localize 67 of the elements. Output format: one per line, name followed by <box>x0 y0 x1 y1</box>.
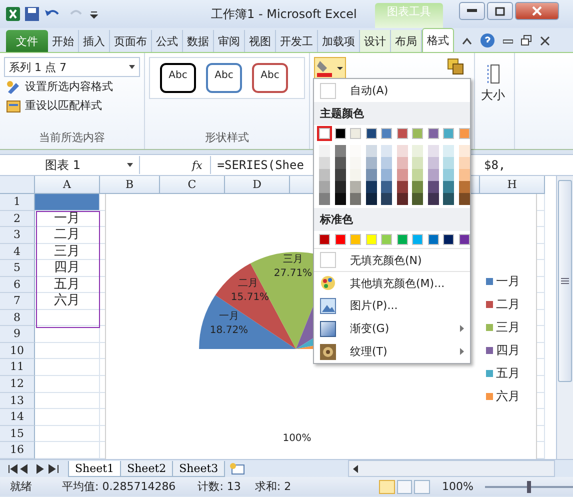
row-header[interactable]: 4 <box>0 244 35 260</box>
table-cell: 六月 <box>35 293 100 310</box>
row-header[interactable]: 1 <box>0 194 35 211</box>
row-header[interactable]: 13 <box>0 392 35 410</box>
sheet-tab[interactable]: Sheet3 <box>172 460 226 476</box>
size-button[interactable]: 大小 <box>479 85 510 106</box>
shape-style-gallery[interactable]: Abc Abc Abc <box>149 57 305 99</box>
row-header[interactable]: 2 <box>0 210 35 228</box>
row-header[interactable]: 16 <box>0 442 35 459</box>
shape-style-swatch[interactable]: Abc <box>160 63 196 93</box>
reset-style-button[interactable]: 重设以匹配样式 <box>4 96 140 115</box>
row-header[interactable]: 14 <box>0 409 35 426</box>
row-header[interactable]: 7 <box>0 293 35 310</box>
shape-style-swatch[interactable]: Abc <box>206 63 242 93</box>
legend-label: 六月 <box>496 388 520 405</box>
zoom-text: 100% <box>442 480 474 493</box>
menu-item[interactable]: 渐变(G) <box>314 317 470 340</box>
table-cell: 三月 <box>35 244 100 260</box>
row-header[interactable]: 9 <box>0 326 35 343</box>
menu-item[interactable]: 图片(P)... <box>314 294 470 317</box>
row-header[interactable]: 6 <box>0 276 35 294</box>
legend-label: 三月 <box>496 319 520 336</box>
column-header[interactable]: C <box>160 176 225 194</box>
ribbon-tab[interactable]: 文件 <box>6 30 48 52</box>
sheet-tab[interactable]: Sheet1 <box>68 460 122 476</box>
insert-function-label[interactable]: fx <box>192 158 202 172</box>
format-selection-button[interactable]: 设置所选内容格式 <box>4 77 140 96</box>
data-label: 100% <box>282 433 312 444</box>
data-label: 三月 27.71% <box>274 254 312 279</box>
column-header[interactable]: H <box>480 176 545 194</box>
ribbon-tab[interactable]: 设计 <box>360 30 391 52</box>
chart-tools-label: 图表工具 <box>375 3 443 28</box>
row-header[interactable]: 10 <box>0 342 35 360</box>
sheet-tab[interactable]: Sheet2 <box>120 460 174 476</box>
legend-label: 五月 <box>496 365 520 382</box>
menu-item[interactable]: 自动(A) <box>314 79 470 102</box>
legend-label: 一月 <box>496 273 520 290</box>
menu-section-header: 标准色 <box>314 208 470 231</box>
menu-item[interactable]: 其他填充颜色(M)... <box>314 271 470 294</box>
column-header[interactable]: D <box>225 176 290 194</box>
shape-style-swatch[interactable]: Abc <box>252 63 288 93</box>
data-label: 二月 15.71% <box>230 278 270 303</box>
menu-section-header: 主题颜色 <box>314 102 470 125</box>
legend-label: 四月 <box>496 342 520 359</box>
column-header[interactable]: A <box>35 176 100 194</box>
row-header[interactable]: 15 <box>0 426 35 442</box>
window-title: 工作簿1 - Microsoft Excel <box>211 6 357 22</box>
row-header[interactable]: 5 <box>0 260 35 277</box>
column-header[interactable]: B <box>100 176 160 194</box>
selection-dropdown[interactable]: 系列 1 点 7 <box>4 57 140 77</box>
ribbon-tab[interactable]: 布局 <box>391 30 422 52</box>
row-header[interactable]: 12 <box>0 376 35 393</box>
sum-text: 求和: 2 <box>254 479 292 494</box>
count-text: 计数: 13 <box>198 479 241 494</box>
average-text: 平均值: 0.285714286 <box>62 479 176 494</box>
data-label: 一月 18.72% <box>210 311 248 336</box>
ribbon-tab[interactable]: 格式 <box>422 28 454 52</box>
row-header[interactable]: 11 <box>0 359 35 376</box>
group-label: 形状样式 <box>204 130 250 145</box>
name-box[interactable]: 图表 1 <box>0 156 140 174</box>
menu-item[interactable]: 无填充颜色(N) <box>314 248 470 271</box>
legend-label: 二月 <box>496 296 520 313</box>
menu-item[interactable]: 纹理(T) <box>314 340 470 363</box>
row-header[interactable]: 8 <box>0 310 35 326</box>
group-label: 当前所选内容 <box>38 130 106 145</box>
status-text: 就绪 <box>10 479 32 494</box>
row-header[interactable]: 3 <box>0 227 35 244</box>
